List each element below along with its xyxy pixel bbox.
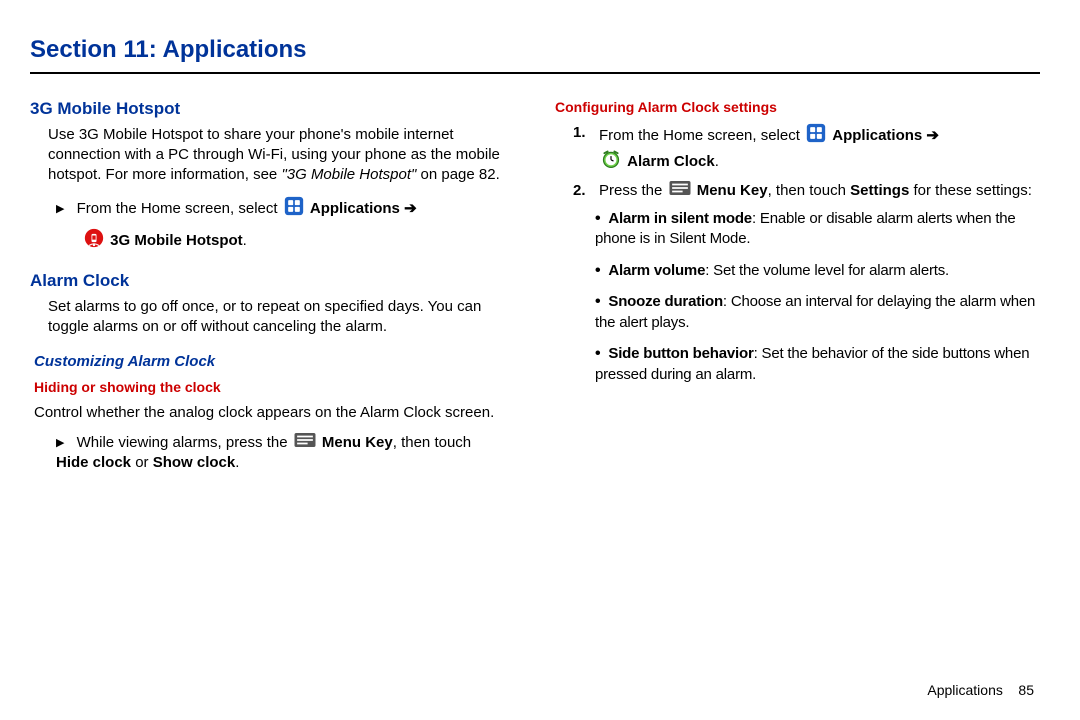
step-1: 1. From the Home screen, select Applicat… [555, 123, 1040, 176]
apps-icon [806, 123, 826, 149]
setting-name: Snooze duration [608, 293, 723, 310]
settings-list: Alarm in silent mode: Enable or disable … [555, 208, 1040, 385]
text: . [235, 454, 239, 471]
label-applications: Applications [310, 200, 400, 217]
content-columns: 3G Mobile Hotspot Use 3G Mobile Hotspot … [30, 92, 1040, 484]
list-item: Side button behavior: Set the behavior o… [595, 343, 1040, 385]
heading-alarm: Alarm Clock [30, 270, 515, 293]
apps-icon [284, 196, 304, 222]
page-footer: Applications 85 [927, 682, 1034, 698]
list-item: Alarm in silent mode: Enable or disable … [595, 208, 1040, 250]
text: From the Home screen, select [599, 127, 804, 144]
text: on page 82. [416, 166, 499, 183]
list-item: Alarm volume: Set the volume level for a… [595, 260, 1040, 282]
text: for these settings: [909, 182, 1032, 199]
section-title: Section 11: Applications [30, 36, 1040, 64]
hotspot-icon [84, 228, 104, 254]
label-hide-clock: Hide clock [56, 454, 131, 471]
subheading-customizing: Customizing Alarm Clock [30, 352, 515, 372]
text: While viewing alarms, press the [77, 434, 292, 451]
text-italic: "3G Mobile Hotspot" [281, 166, 416, 183]
text: , then touch [393, 434, 471, 451]
label-applications: Applications [832, 127, 922, 144]
text: , then touch [768, 182, 851, 199]
hiding-para: Control whether the analog clock appears… [30, 403, 515, 423]
text: . [715, 153, 719, 170]
text: or [131, 454, 153, 471]
label-menu-key: Menu Key [697, 182, 768, 199]
setting-name: Alarm volume [608, 262, 705, 279]
hotspot-para: Use 3G Mobile Hotspot to share your phon… [30, 125, 515, 186]
step-number: 1. [573, 123, 591, 176]
step-body: From the Home screen, select Application… [599, 123, 939, 176]
setting-name: Side button behavior [608, 345, 753, 362]
hotspot-step-line2: 3G Mobile Hotspot. [30, 228, 515, 254]
list-item: Snooze duration: Choose an interval for … [595, 291, 1040, 333]
text: Press the [599, 182, 667, 199]
left-column: 3G Mobile Hotspot Use 3G Mobile Hotspot … [30, 92, 515, 484]
step-2: 2. Press the Menu Key, then touch Settin… [555, 181, 1040, 201]
subheading-configuring: Configuring Alarm Clock settings [555, 98, 1040, 117]
label-menu-key: Menu Key [322, 434, 393, 451]
menu-icon [294, 433, 316, 453]
horizontal-rule [30, 72, 1040, 74]
hiding-step: While viewing alarms, press the Menu Key… [30, 433, 515, 474]
heading-hotspot: 3G Mobile Hotspot [30, 98, 515, 121]
clock-icon [601, 149, 621, 175]
arrow: ➔ [400, 200, 417, 217]
label-alarm-clock: Alarm Clock [627, 153, 715, 170]
right-column: Configuring Alarm Clock settings 1. From… [555, 92, 1040, 484]
setting-name: Alarm in silent mode [608, 210, 752, 227]
setting-desc: : Set the volume level for alarm alerts. [705, 262, 949, 279]
hotspot-step: From the Home screen, select Application… [30, 196, 515, 222]
footer-page: 85 [1018, 682, 1034, 698]
label-settings: Settings [850, 182, 909, 199]
text: . [243, 232, 247, 249]
menu-icon [669, 181, 691, 201]
step-body: Press the Menu Key, then touch Settings … [599, 181, 1032, 201]
footer-label: Applications [927, 682, 1003, 698]
alarm-para: Set alarms to go off once, or to repeat … [30, 297, 515, 338]
text: From the Home screen, select [77, 200, 282, 217]
subheading-hiding: Hiding or showing the clock [30, 378, 515, 397]
step-number: 2. [573, 181, 591, 201]
arrow: ➔ [922, 127, 939, 144]
label-hotspot: 3G Mobile Hotspot [110, 232, 243, 249]
label-show-clock: Show clock [153, 454, 236, 471]
